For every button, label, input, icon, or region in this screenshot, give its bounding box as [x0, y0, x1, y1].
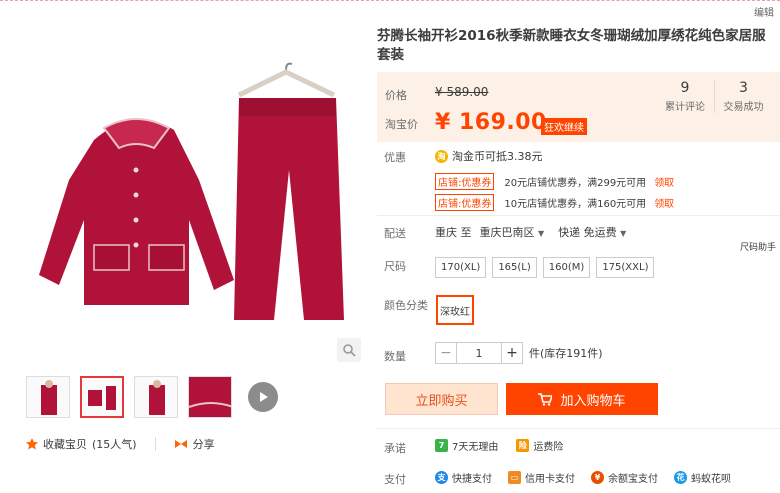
ship-method: 快递 免运费	[558, 226, 617, 239]
size-helper-link[interactable]: 尺码助手	[740, 240, 776, 253]
price-label: 价格	[385, 89, 407, 102]
promise-list: 7 7天无理由 险运费险	[435, 438, 563, 453]
buy-now-button[interactable]: 立即购买	[385, 383, 498, 415]
decrease-button[interactable]: −	[435, 342, 457, 364]
favorite-count: (15人气)	[92, 438, 137, 451]
shipping-info: 重庆 至 重庆巴南区 ▼ 快递 免运费 ▼	[435, 224, 626, 240]
stock-text: 件(库存191件)	[529, 347, 603, 360]
coin-text: 淘金币可抵3.38元	[452, 150, 543, 163]
promise-label: 承诺	[384, 442, 406, 455]
coupon-tag: 店铺:优惠券	[435, 173, 495, 190]
promo-price-label: 淘宝价	[385, 118, 418, 131]
payment-item[interactable]: 花蚂蚁花呗	[674, 470, 731, 485]
review-count-label: 累计评论	[665, 102, 705, 113]
promo-badge: 狂欢继续	[541, 118, 587, 135]
claim-coupon-link[interactable]: 领取	[654, 195, 674, 210]
size-option[interactable]: 175(XXL)	[596, 257, 655, 278]
price-panel: 价格 ¥ 589.00 淘宝价 ¥ 169.00 狂欢继续 9 累计评论 3 交…	[377, 72, 780, 142]
payment-item[interactable]: ¥ 余额宝支付	[591, 470, 658, 485]
promise-text: 7天无理由	[452, 442, 499, 453]
size-option[interactable]: 170(XL)	[435, 257, 487, 278]
promotion-label: 优惠	[384, 151, 406, 164]
yuebao-icon: ¥	[591, 471, 604, 484]
ship-method-selector[interactable]: 快递 免运费 ▼	[558, 224, 626, 240]
edit-link[interactable]: 编辑	[754, 4, 774, 19]
color-label: 颜色分类	[384, 299, 428, 312]
size-label: 尺码	[384, 260, 406, 273]
review-count-number: 9	[680, 80, 690, 96]
thumbnail-1[interactable]	[26, 376, 70, 418]
favorite-button[interactable]: 收藏宝贝 (15人气)	[26, 436, 137, 452]
caret-down-icon: ▼	[538, 229, 545, 238]
favorite-label: 收藏宝贝	[43, 438, 87, 451]
payment-list: 支快捷支付 ▭ 信用卡支付 ¥ 余额宝支付 花蚂蚁花呗	[435, 470, 731, 485]
seven-day-icon: 7	[435, 439, 448, 452]
quantity-input[interactable]: 1	[457, 342, 501, 364]
payment-item[interactable]: ▭ 信用卡支付	[508, 470, 575, 485]
payment-text: 快捷支付	[452, 474, 492, 485]
gallery-actions: 收藏宝贝 (15人气) 分享	[26, 436, 215, 452]
size-option[interactable]: 160(M)	[542, 257, 591, 278]
thumbnail-3[interactable]	[134, 376, 178, 418]
promo-price: ¥ 169.00	[435, 110, 547, 135]
claim-coupon-link[interactable]: 领取	[654, 174, 674, 189]
promise-text: 运费险	[533, 442, 564, 453]
coupon-text: 20元店铺优惠券，满299元可用	[504, 178, 647, 189]
huabei-icon: 花	[674, 471, 687, 484]
payment-text: 余额宝支付	[608, 474, 658, 485]
add-to-cart-button[interactable]: 加入购物车	[506, 383, 658, 415]
payment-label: 支付	[384, 473, 406, 486]
quantity-label: 数量	[384, 350, 406, 363]
thumbnail-2[interactable]	[80, 376, 124, 418]
thumbnail-strip	[26, 376, 278, 418]
quantity-stepper: − 1 + 件(库存191件)	[435, 342, 603, 364]
stats: 9 累计评论 3 交易成功	[656, 80, 772, 113]
divider	[377, 428, 780, 429]
payment-text: 信用卡支付	[525, 474, 575, 485]
shipping-insurance-icon: 险	[516, 439, 530, 452]
review-count[interactable]: 9 累计评论	[656, 80, 714, 113]
ship-from: 重庆 至	[435, 226, 472, 239]
promise-item[interactable]: 7 7天无理由	[435, 438, 498, 453]
sales-count: 3 交易成功	[714, 80, 772, 113]
coupon-row-2: 店铺:优惠券 10元店铺优惠券，满160元可用 领取	[435, 194, 674, 211]
sales-count-number: 3	[739, 80, 748, 96]
coupon-text: 10元店铺优惠券，满160元可用	[504, 199, 647, 210]
color-option-selected[interactable]: 深玫红	[436, 295, 474, 325]
thumbnail-4[interactable]	[188, 376, 232, 418]
caret-down-icon: ▼	[620, 229, 627, 238]
coupon-tag: 店铺:优惠券	[435, 194, 495, 211]
top-dashed-line	[0, 0, 780, 3]
add-cart-label: 加入购物车	[560, 393, 626, 409]
share-icon	[174, 440, 187, 448]
original-price: ¥ 589.00	[435, 85, 489, 99]
credit-card-icon: ▭	[508, 471, 521, 484]
share-label: 分享	[192, 438, 215, 451]
star-icon	[26, 438, 38, 450]
sales-count-label: 交易成功	[723, 102, 764, 113]
divider	[377, 215, 780, 216]
pajama-illustration	[39, 62, 344, 320]
zoom-icon[interactable]	[337, 338, 361, 362]
share-button[interactable]: 分享	[174, 436, 215, 452]
coupon-row-1: 店铺:优惠券 20元店铺优惠券，满299元可用 领取	[435, 173, 674, 190]
promise-item[interactable]: 险运费险	[516, 438, 563, 453]
size-option[interactable]: 165(L)	[492, 257, 537, 278]
taobao-coin-row: 淘 淘金币可抵3.38元	[435, 148, 543, 164]
main-product-image[interactable]	[24, 20, 364, 360]
divider	[154, 437, 156, 451]
product-title: 芬腾长袖开衫2016秋季新款睡衣女冬珊瑚绒加厚绣花纯色家居服套装	[377, 28, 766, 63]
ship-to-selector[interactable]: 重庆巴南区 ▼	[480, 224, 545, 240]
size-options: 170(XL) 165(L) 160(M) 175(XXL)	[435, 257, 655, 278]
shipping-label: 配送	[384, 227, 406, 240]
cart-icon	[538, 392, 553, 406]
play-video-icon[interactable]	[248, 382, 278, 412]
payment-text: 蚂蚁花呗	[691, 474, 731, 485]
quick-pay-icon: 支	[435, 471, 448, 484]
increase-button[interactable]: +	[501, 342, 523, 364]
coin-icon: 淘	[435, 149, 448, 163]
payment-item[interactable]: 支快捷支付	[435, 470, 492, 485]
ship-to: 重庆巴南区	[479, 226, 535, 239]
